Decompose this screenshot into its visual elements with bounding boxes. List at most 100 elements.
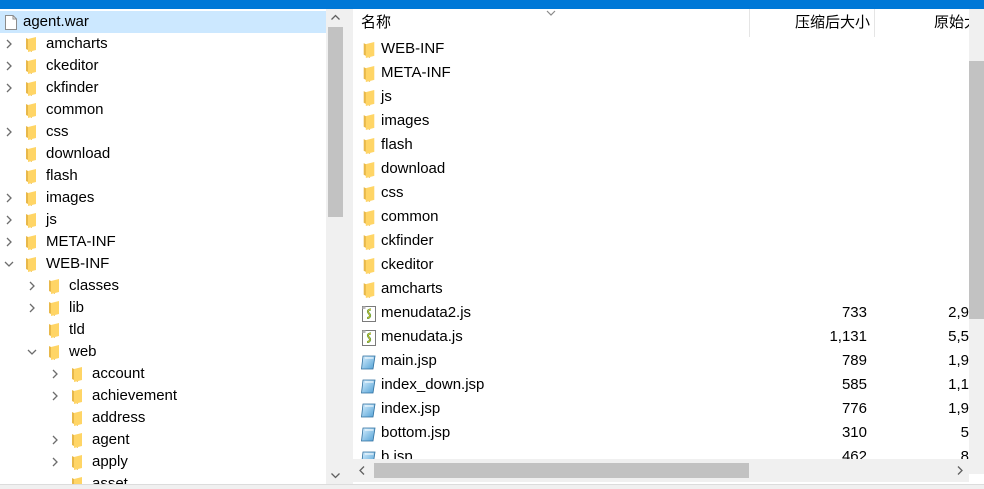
file-row[interactable]: flash bbox=[353, 133, 969, 157]
tree-item-meta-inf[interactable]: META-INF bbox=[0, 231, 326, 253]
tree-item-lib[interactable]: lib bbox=[0, 297, 326, 319]
file-name: images bbox=[381, 112, 430, 129]
tree-item-asset[interactable]: asset bbox=[0, 473, 326, 484]
tree-item-ckeditor[interactable]: ckeditor bbox=[0, 55, 326, 77]
scroll-down-arrow-icon[interactable] bbox=[326, 467, 345, 484]
sort-arrow-icon bbox=[546, 10, 556, 17]
list-scroll-thumb[interactable] bbox=[969, 61, 984, 319]
file-row[interactable]: download bbox=[353, 157, 969, 181]
tree-item-ckfinder[interactable]: ckfinder bbox=[0, 77, 326, 99]
file-row[interactable]: menudata2.js 733 2,9 bbox=[353, 301, 969, 325]
file-row[interactable]: index.jsp 776 1,9 bbox=[353, 397, 969, 421]
list-horizontal-scrollbar[interactable] bbox=[353, 459, 969, 482]
file-row[interactable]: common bbox=[353, 205, 969, 229]
file-row[interactable]: WEB-INF bbox=[353, 37, 969, 61]
column-header-original-size[interactable]: 原始大小 bbox=[934, 9, 969, 37]
file-row[interactable]: index_down.jsp 585 1,1 bbox=[353, 373, 969, 397]
file-row[interactable]: bottom.jsp 310 5 bbox=[353, 421, 969, 445]
tree-item-label: classes bbox=[69, 277, 120, 294]
chevron-right-icon[interactable] bbox=[3, 126, 15, 138]
file-row[interactable]: css bbox=[353, 181, 969, 205]
folder-icon bbox=[24, 102, 38, 119]
chevron-right-icon[interactable] bbox=[49, 368, 61, 380]
chevron-down-icon[interactable] bbox=[3, 258, 15, 270]
pane-splitter[interactable] bbox=[345, 9, 353, 489]
file-name: WEB-INF bbox=[381, 40, 445, 57]
chevron-right-icon[interactable] bbox=[3, 82, 15, 94]
chevron-right-icon[interactable] bbox=[49, 434, 61, 446]
file-row[interactable]: amcharts bbox=[353, 277, 969, 301]
chevron-right-icon[interactable] bbox=[3, 192, 15, 204]
file-row[interactable]: META-INF bbox=[353, 61, 969, 85]
tree-item-agent[interactable]: agent bbox=[0, 429, 326, 451]
list-vertical-scrollbar[interactable] bbox=[969, 9, 984, 474]
folder-icon bbox=[70, 388, 84, 405]
column-divider[interactable] bbox=[874, 9, 875, 37]
tree-item-images[interactable]: images bbox=[0, 187, 326, 209]
window-title-bar bbox=[0, 0, 984, 9]
chevron-right-icon[interactable] bbox=[3, 214, 15, 226]
chevron-right-icon[interactable] bbox=[3, 236, 15, 248]
original-size: 2,9 bbox=[948, 304, 969, 321]
folder-icon bbox=[47, 300, 61, 317]
chevron-right-icon[interactable] bbox=[49, 390, 61, 402]
scroll-left-arrow-icon[interactable] bbox=[353, 459, 371, 482]
folder-icon bbox=[361, 113, 377, 131]
tree-scroll-thumb[interactable] bbox=[328, 27, 343, 217]
column-header-name[interactable]: 名称 bbox=[361, 9, 541, 37]
tree-item-label: account bbox=[92, 365, 145, 382]
tree-item-css[interactable]: css bbox=[0, 121, 326, 143]
folder-tree-items: agent.war amcharts ckeditor ckfinder common c… bbox=[0, 11, 326, 484]
folder-icon bbox=[361, 65, 377, 83]
tree-vertical-scrollbar[interactable] bbox=[326, 9, 345, 484]
chevron-right-icon[interactable] bbox=[3, 38, 15, 50]
file-name: js bbox=[381, 88, 392, 105]
tree-item-label: ckeditor bbox=[46, 57, 99, 74]
file-row[interactable]: ckfinder bbox=[353, 229, 969, 253]
folder-icon bbox=[361, 257, 377, 275]
tree-item-common[interactable]: common bbox=[0, 99, 326, 121]
file-name: amcharts bbox=[381, 280, 443, 297]
chevron-down-icon[interactable] bbox=[26, 346, 38, 358]
tree-item-js[interactable]: js bbox=[0, 209, 326, 231]
folder-icon bbox=[47, 278, 61, 295]
original-size: 1,1 bbox=[948, 376, 969, 393]
horizontal-scroll-thumb[interactable] bbox=[374, 463, 749, 478]
chevron-right-icon[interactable] bbox=[49, 456, 61, 468]
scroll-up-arrow-icon[interactable] bbox=[326, 9, 345, 26]
tree-item-web[interactable]: web bbox=[0, 341, 326, 363]
tree-item-achievement[interactable]: achievement bbox=[0, 385, 326, 407]
tree-item-label: agent.war bbox=[23, 13, 89, 30]
chevron-right-icon[interactable] bbox=[26, 280, 38, 292]
file-row[interactable]: main.jsp 789 1,9 bbox=[353, 349, 969, 373]
tree-item-amcharts[interactable]: amcharts bbox=[0, 33, 326, 55]
file-row[interactable]: ckeditor bbox=[353, 253, 969, 277]
file-name: menudata.js bbox=[381, 328, 463, 345]
file-row[interactable]: js bbox=[353, 85, 969, 109]
tree-item-web-inf[interactable]: WEB-INF bbox=[0, 253, 326, 275]
original-size: 1,9 bbox=[948, 400, 969, 417]
scroll-right-arrow-icon[interactable] bbox=[951, 459, 969, 482]
chevron-right-icon[interactable] bbox=[3, 60, 15, 72]
list-header: 名称 压缩后大小 原始大小 bbox=[353, 9, 969, 37]
tree-item-flash[interactable]: flash bbox=[0, 165, 326, 187]
chevron-right-icon[interactable] bbox=[26, 302, 38, 314]
jsp-file-icon bbox=[361, 377, 377, 395]
file-row[interactable]: images bbox=[353, 109, 969, 133]
folder-icon bbox=[361, 281, 377, 299]
tree-item-account[interactable]: account bbox=[0, 363, 326, 385]
tree-item-tld[interactable]: tld bbox=[0, 319, 326, 341]
tree-item-agent-war[interactable]: agent.war bbox=[0, 11, 326, 33]
tree-item-download[interactable]: download bbox=[0, 143, 326, 165]
folder-icon bbox=[361, 209, 377, 227]
tree-item-apply[interactable]: apply bbox=[0, 451, 326, 473]
folder-icon bbox=[70, 476, 84, 484]
file-name: main.jsp bbox=[381, 352, 437, 369]
tree-item-label: flash bbox=[46, 167, 78, 184]
tree-item-address[interactable]: address bbox=[0, 407, 326, 429]
tree-item-classes[interactable]: classes bbox=[0, 275, 326, 297]
original-size: 1,9 bbox=[948, 352, 969, 369]
column-header-compressed-size[interactable]: 压缩后大小 bbox=[750, 9, 870, 37]
file-row[interactable]: menudata.js 1,131 5,5 bbox=[353, 325, 969, 349]
file-list: 名称 压缩后大小 原始大小 WEB-INF META-INF js images fla… bbox=[353, 9, 984, 489]
